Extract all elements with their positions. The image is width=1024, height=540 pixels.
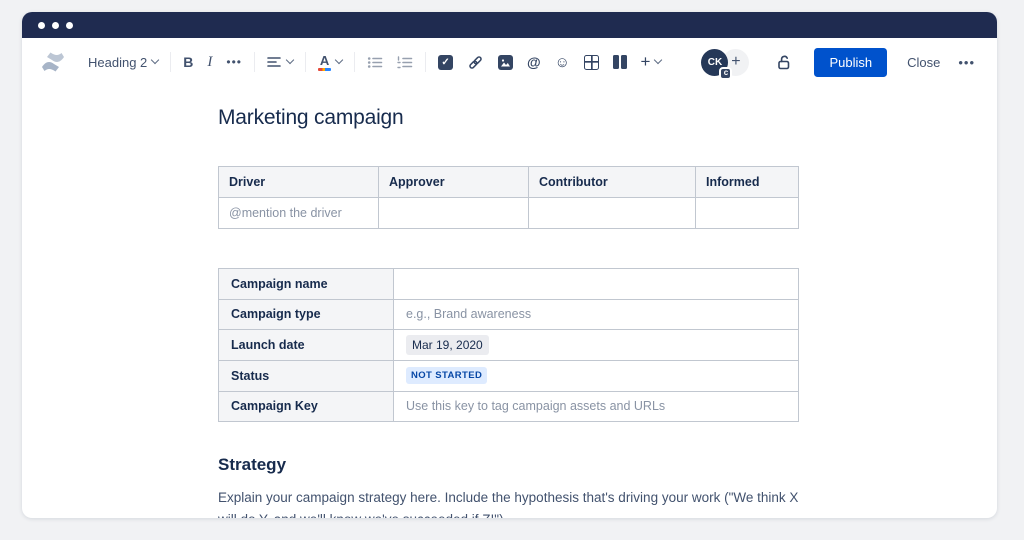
launch-date-label[interactable]: Launch date (219, 330, 394, 361)
page-content: Marketing campaign Driver Approver Contr… (22, 86, 997, 518)
bold-button[interactable]: B (183, 54, 193, 70)
ellipsis-icon: ••• (226, 55, 242, 69)
text-color-icon: A (318, 54, 331, 71)
raci-header-contributor[interactable]: Contributor (529, 167, 696, 198)
toolbar-divider (354, 52, 355, 72)
traffic-light-dot[interactable] (38, 22, 45, 29)
raci-cell-approver[interactable] (379, 198, 529, 229)
traffic-light-dot[interactable] (52, 22, 59, 29)
chevron-down-icon (335, 56, 343, 64)
campaign-key-value[interactable]: Use this key to tag campaign assets and … (394, 391, 799, 422)
link-icon (467, 54, 484, 71)
insert-image-button[interactable] (498, 55, 513, 70)
raci-cell-contributor[interactable] (529, 198, 696, 229)
unlock-restrictions-button[interactable] (775, 54, 792, 71)
table-row: Launch date Mar 19, 2020 (219, 330, 799, 361)
campaign-name-value[interactable] (394, 269, 799, 300)
avatar-status-badge: c (719, 67, 732, 80)
bullet-list-icon (367, 55, 383, 70)
insert-more-button[interactable]: + (641, 55, 662, 70)
table-row: Campaign type e.g., Brand awareness (219, 299, 799, 330)
window-titlebar (22, 12, 997, 38)
more-actions-button[interactable]: ••• (958, 55, 975, 70)
table-row: Campaign name (219, 269, 799, 300)
campaign-key-label[interactable]: Campaign Key (219, 391, 394, 422)
italic-button[interactable]: I (207, 54, 212, 71)
link-button[interactable] (467, 54, 484, 71)
toolbar-divider (170, 52, 171, 72)
table-grid-icon (584, 55, 599, 70)
campaign-name-label[interactable]: Campaign name (219, 269, 394, 300)
toolbar-divider (425, 52, 426, 72)
traffic-light-dot[interactable] (66, 22, 73, 29)
numbered-list-button[interactable] (397, 55, 413, 70)
layouts-button[interactable] (613, 55, 627, 69)
plus-icon: + (641, 53, 651, 70)
campaign-type-label[interactable]: Campaign type (219, 299, 394, 330)
ellipsis-icon: ••• (958, 55, 975, 70)
emoji-icon: ☺ (555, 55, 570, 70)
text-style-select[interactable]: Heading 2 (88, 55, 158, 70)
align-text-icon (267, 55, 282, 69)
raci-header-informed[interactable]: Informed (696, 167, 799, 198)
table-row: Status NOT STARTED (219, 361, 799, 392)
table-row: Campaign Key Use this key to tag campaig… (219, 391, 799, 422)
task-list-button[interactable]: ✓ (438, 55, 453, 70)
confluence-logo-icon (40, 51, 66, 73)
status-badge[interactable]: NOT STARTED (406, 367, 487, 384)
chevron-down-icon (151, 56, 159, 64)
mention-placeholder: @mention the driver (229, 206, 342, 220)
strategy-paragraph[interactable]: Explain your campaign strategy here. Inc… (218, 487, 803, 518)
columns-layout-icon (613, 55, 627, 69)
raci-cell-informed[interactable] (696, 198, 799, 229)
date-lozenge[interactable]: Mar 19, 2020 (406, 335, 489, 355)
raci-table: Driver Approver Contributor Informed @me… (218, 166, 799, 229)
toolbar-right-cluster: CK c + Publish Close ••• (701, 48, 975, 77)
strategy-heading[interactable]: Strategy (218, 455, 997, 475)
mention-icon: @ (527, 54, 541, 70)
raci-header-row: Driver Approver Contributor Informed (219, 167, 799, 198)
publish-button[interactable]: Publish (814, 48, 887, 77)
status-label[interactable]: Status (219, 361, 394, 392)
alignment-button[interactable] (267, 55, 293, 69)
text-style-label: Heading 2 (88, 55, 147, 70)
image-icon (498, 55, 513, 70)
status-value: NOT STARTED (394, 361, 799, 392)
launch-date-value: Mar 19, 2020 (394, 330, 799, 361)
insert-table-button[interactable] (584, 55, 599, 70)
mention-button[interactable]: @ (527, 54, 541, 70)
editor-toolbar: Heading 2 B I ••• (22, 38, 997, 86)
bullet-list-button[interactable] (367, 55, 383, 70)
raci-header-driver[interactable]: Driver (219, 167, 379, 198)
more-formatting-button[interactable]: ••• (226, 55, 242, 69)
page-title[interactable]: Marketing campaign (218, 106, 997, 130)
unlocked-padlock-icon (775, 54, 792, 71)
toolbar-divider (305, 52, 306, 72)
close-button[interactable]: Close (907, 55, 940, 70)
emoji-button[interactable]: ☺ (555, 55, 570, 70)
editor-window: Heading 2 B I ••• (22, 12, 997, 518)
numbered-list-icon (397, 55, 413, 70)
avatar[interactable]: CK c (701, 49, 728, 76)
toolbar-divider (254, 52, 255, 72)
raci-cell-driver[interactable]: @mention the driver (219, 198, 379, 229)
checkbox-icon: ✓ (438, 55, 453, 70)
campaign-type-value[interactable]: e.g., Brand awareness (394, 299, 799, 330)
chevron-down-icon (286, 56, 294, 64)
campaign-details-table: Campaign name Campaign type e.g., Brand … (218, 268, 799, 422)
chevron-down-icon (654, 56, 662, 64)
desktop-background: { "window": { "traffic_dot_count": 3 }, … (0, 0, 1024, 540)
text-color-button[interactable]: A (318, 54, 342, 71)
raci-header-approver[interactable]: Approver (379, 167, 529, 198)
raci-body-row: @mention the driver (219, 198, 799, 229)
